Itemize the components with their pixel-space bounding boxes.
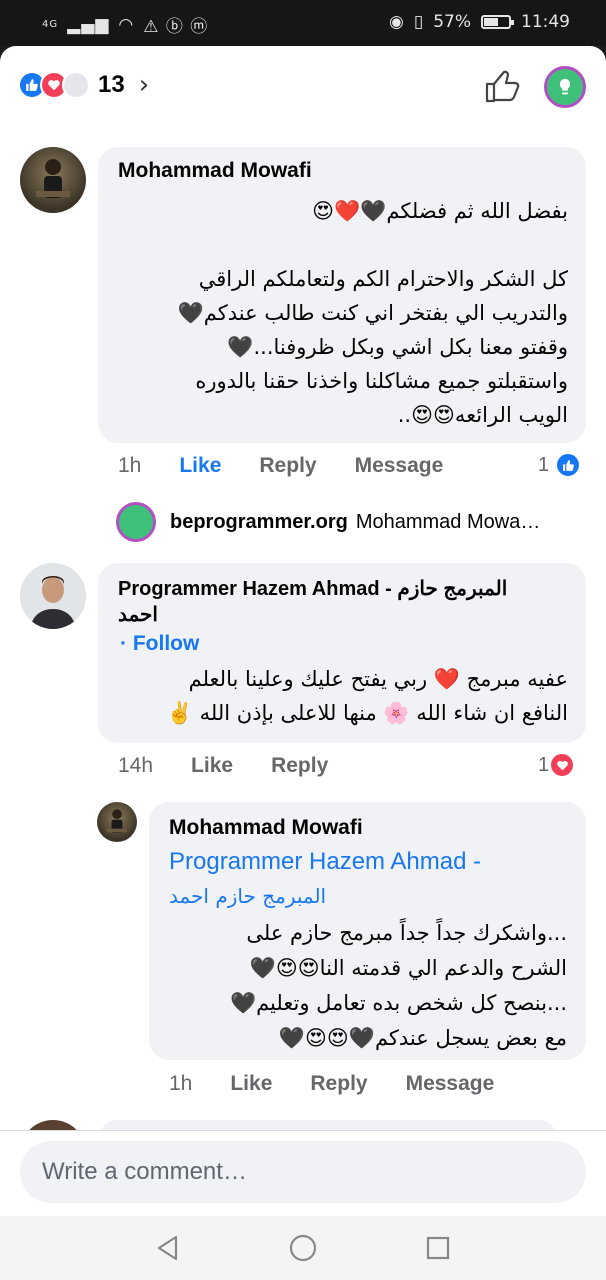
person-photo xyxy=(106,809,128,833)
comment-line: الويب الرائعه😍😍.. xyxy=(397,403,568,427)
comment-line: عفيه مبرمج ❤️ ربي يفتح عليك وعلينا بالعل… xyxy=(188,667,568,691)
page-avatar[interactable] xyxy=(544,66,586,108)
comment-text: بفضل الله ثم فضلكم🖤❤️😍 كل الشكر والاحترا… xyxy=(118,194,568,432)
recents-square-icon xyxy=(426,1236,450,1260)
comment-line: مع بعض يسجل عندكم🖤😍😍🖤 xyxy=(278,1026,567,1050)
follow-button[interactable]: · Follow xyxy=(120,632,199,656)
battery-icon xyxy=(481,15,514,29)
reply-preview: Mohammad Mowa… xyxy=(355,510,541,533)
like-icon xyxy=(555,452,582,478)
comment-line: والتدريب الي بفتخر اني كنت طالب عندكم🖤 xyxy=(177,301,568,325)
wifi-icon: ◠ xyxy=(118,14,135,35)
comment-actions: 1h Like Reply Message xyxy=(118,454,481,478)
reply-button[interactable]: Reply xyxy=(310,1072,367,1096)
comment-text: عفيه مبرمج ❤️ ربي يفتح عليك وعلينا بالعل… xyxy=(118,662,568,730)
comment-time: 1h xyxy=(169,1072,193,1095)
comment-actions: 1h Like Reply Message xyxy=(169,1072,532,1096)
reply-button[interactable]: Reply xyxy=(259,454,316,478)
back-button[interactable] xyxy=(150,1230,186,1266)
comment-reactions[interactable]: 1 xyxy=(538,452,582,478)
person-photo xyxy=(20,563,86,629)
clock: 11:49 xyxy=(521,12,570,32)
like-button[interactable]: Like xyxy=(179,454,221,478)
avatar[interactable] xyxy=(20,147,86,213)
bulb-icon xyxy=(559,78,571,95)
status-left: 4G ▂▄▆ ◠ ⚠ ⓑ ⓜ xyxy=(42,12,209,38)
like-button[interactable]: Like xyxy=(191,754,233,778)
comment-time: 14h xyxy=(118,754,154,777)
status-right: ◉ ▯ 57% 11:49 xyxy=(389,12,570,32)
status-bar: 4G ▂▄▆ ◠ ⚠ ⓑ ⓜ ◉ ▯ 57% 11:49 xyxy=(0,0,606,46)
reply-button[interactable]: Reply xyxy=(271,754,328,778)
back-triangle-icon xyxy=(157,1235,178,1261)
system-nav-bar xyxy=(0,1216,606,1280)
avatar[interactable] xyxy=(97,802,137,842)
avatar[interactable] xyxy=(20,563,86,629)
battery-fill xyxy=(484,18,498,26)
chevron-right-icon: › xyxy=(138,70,150,100)
reaction-count: 1 xyxy=(538,453,550,476)
thumbs-up-outline-icon xyxy=(485,70,520,103)
person-photo xyxy=(36,159,70,198)
comment-actions: 14h Like Reply xyxy=(118,754,366,778)
love-icon xyxy=(549,752,576,778)
network-label: 4G xyxy=(42,19,59,30)
view-replies-link[interactable]: beprogrammer.org Mohammad Mowa… xyxy=(116,502,540,542)
care-icon xyxy=(62,71,90,99)
message-button[interactable]: Message xyxy=(406,1072,495,1096)
like-post-button[interactable] xyxy=(482,66,522,106)
comment-input[interactable] xyxy=(20,1141,586,1203)
comment-line: بفضل الله ثم فضلكم🖤❤️😍 xyxy=(312,199,568,223)
vibrate-icon: ▯ xyxy=(413,12,424,32)
comment-line: الشرح والدعم الي قدمته النا😍😍🖤 xyxy=(249,956,567,980)
comment-line: كل الشكر والاحترام الكم ولتعاملكم الراقي xyxy=(198,267,568,291)
home-circle-icon xyxy=(289,1234,317,1262)
comment-author[interactable]: Mohammad Mowafi xyxy=(118,159,312,183)
like-button[interactable]: Like xyxy=(230,1072,272,1096)
comment-author[interactable]: Mohammad Mowafi xyxy=(169,816,363,840)
reactions-summary[interactable]: 13 › xyxy=(18,70,149,100)
battery-percent: 57% xyxy=(433,12,471,32)
comment-text: ...واشكرك جداً جداً مبرمج حازم على الشرح… xyxy=(169,916,567,1056)
comment-line: النافع ان شاء الله 🌸 منها للاعلى بإذن ال… xyxy=(166,701,568,725)
notification-icons: ⚠ ⓑ ⓜ xyxy=(143,17,209,37)
recents-button[interactable] xyxy=(420,1230,456,1266)
reaction-count: 13 xyxy=(98,71,125,98)
reactions-header: 13 › xyxy=(0,46,606,128)
page-avatar xyxy=(116,502,156,542)
reaction-count: 1 xyxy=(538,753,550,776)
signal-icon: ▂▄▆ xyxy=(67,14,110,35)
comment-author-cont: احمد xyxy=(118,604,158,626)
mention-link[interactable]: Programmer Hazem Ahmad - xyxy=(169,848,481,876)
comment-composer xyxy=(0,1130,606,1216)
message-button[interactable]: Message xyxy=(355,454,444,478)
comments-sheet: 13 › Mohammad Mowafi بفضل الله ثم فضلكم🖤… xyxy=(0,46,606,1280)
comment-line: واستقبلتو جميع مشاكلنا واخذنا حقنا بالدو… xyxy=(195,369,568,393)
comment-time: 1h xyxy=(118,454,142,477)
home-button[interactable] xyxy=(285,1230,321,1266)
comment-line xyxy=(118,228,568,262)
reply-author: beprogrammer.org xyxy=(170,510,348,533)
eye-icon: ◉ xyxy=(389,12,404,32)
comment-reactions[interactable]: 1 xyxy=(538,752,576,778)
comment-line: ...واشكرك جداً جداً مبرمج حازم على xyxy=(246,921,567,945)
comment-author[interactable]: Programmer Hazem Ahmad - المبرمج حازم xyxy=(118,576,507,601)
mention-link-cont[interactable]: المبرمج حازم احمد xyxy=(169,884,369,908)
comment-line: وقفتو معنا بكل اشي وبكل ظروفنا...🖤 xyxy=(227,335,568,359)
comment-line: ...بنصح كل شخص بده تعامل وتعليم🖤 xyxy=(229,991,567,1015)
